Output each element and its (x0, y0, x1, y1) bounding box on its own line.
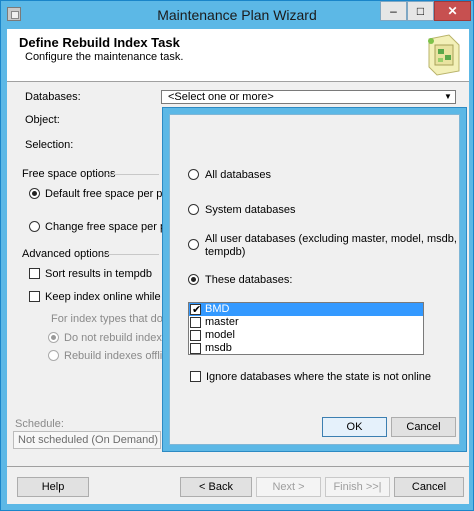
default-free-space-label: Default free space per page (45, 188, 181, 200)
system-databases-radio[interactable] (188, 204, 199, 215)
database-name: master (205, 316, 239, 328)
advanced-group-label: Advanced options (22, 248, 110, 260)
databases-combo[interactable]: <Select one or more> ▼ (161, 90, 456, 104)
next-button[interactable]: Next > (256, 477, 321, 497)
maintenance-plan-wizard-window: Maintenance Plan Wizard – □ ✕ Define Reb… (0, 0, 474, 511)
default-free-space-radio[interactable] (29, 188, 40, 199)
wizard-header: Define Rebuild Index Task Configure the … (7, 29, 469, 82)
all-databases-radio[interactable] (188, 169, 199, 180)
free-space-group-label: Free space options (22, 168, 116, 180)
sort-tempdb-checkbox[interactable] (29, 268, 40, 279)
popup-cancel-button[interactable]: Cancel (391, 417, 456, 437)
cancel-button[interactable]: Cancel (394, 477, 464, 497)
schedule-field[interactable]: Not scheduled (On Demand) (13, 431, 161, 449)
finish-button[interactable]: Finish >>| (325, 477, 390, 497)
database-selection-panel: All databases System databases All user … (169, 114, 460, 445)
list-item[interactable]: master (189, 316, 423, 329)
these-databases-label: These databases: (205, 274, 293, 286)
footer-divider (7, 466, 469, 467)
ignore-offline-label: Ignore databases where the state is not … (206, 371, 432, 383)
rebuild-offline-label: Rebuild indexes offline (64, 350, 175, 362)
all-user-databases-radio[interactable] (188, 239, 199, 250)
database-selection-popup: All databases System databases All user … (162, 107, 467, 452)
ignore-offline-checkbox[interactable] (190, 371, 201, 382)
selection-label: Selection: (25, 139, 74, 151)
rebuild-offline-radio[interactable] (48, 350, 59, 361)
database-list[interactable]: ✔ BMD master model msdb (188, 302, 424, 355)
help-button[interactable]: Help (17, 477, 89, 497)
database-checkbox[interactable] (190, 343, 201, 354)
database-checkbox[interactable] (190, 330, 201, 341)
page-title: Define Rebuild Index Task (19, 35, 180, 50)
check-icon: ✔ (192, 304, 202, 316)
free-space-group-line (107, 174, 159, 175)
schedule-label: Schedule: (15, 418, 64, 430)
page-subtitle: Configure the maintenance task. (25, 51, 184, 63)
wizard-header-graphic (428, 34, 460, 76)
databases-combo-value: <Select one or more> (168, 91, 274, 103)
all-user-databases-label-2: tempdb) (205, 246, 246, 258)
close-button[interactable]: ✕ (434, 1, 471, 21)
all-user-databases-label: All user databases (excluding master, mo… (205, 233, 457, 245)
advanced-group-line (103, 254, 159, 255)
ok-button[interactable]: OK (322, 417, 387, 437)
minimize-button[interactable]: – (380, 1, 407, 21)
databases-label: Databases: (25, 91, 81, 103)
back-button[interactable]: < Back (180, 477, 252, 497)
all-databases-label: All databases (205, 169, 272, 181)
object-label: Object: (25, 114, 60, 126)
database-name: msdb (205, 342, 232, 354)
change-free-space-radio[interactable] (29, 221, 40, 232)
these-databases-radio[interactable] (188, 274, 199, 285)
do-not-rebuild-radio[interactable] (48, 332, 59, 343)
chevron-down-icon[interactable]: ▼ (441, 91, 455, 103)
database-checkbox[interactable]: ✔ (190, 304, 202, 316)
list-item[interactable]: model (189, 329, 423, 342)
database-checkbox[interactable] (190, 317, 201, 328)
list-item[interactable]: ✔ BMD (189, 303, 423, 316)
system-databases-label: System databases (205, 204, 296, 216)
title-bar[interactable]: Maintenance Plan Wizard – □ ✕ (1, 1, 473, 29)
keep-online-checkbox[interactable] (29, 291, 40, 302)
sort-tempdb-label: Sort results in tempdb (45, 268, 152, 280)
database-name: BMD (205, 303, 230, 315)
maximize-button[interactable]: □ (407, 1, 434, 21)
list-item[interactable]: msdb (189, 342, 423, 355)
change-free-space-label: Change free space per pag (45, 221, 179, 233)
do-not-rebuild-label: Do not rebuild indexes (64, 332, 174, 344)
database-name: model (205, 329, 235, 341)
